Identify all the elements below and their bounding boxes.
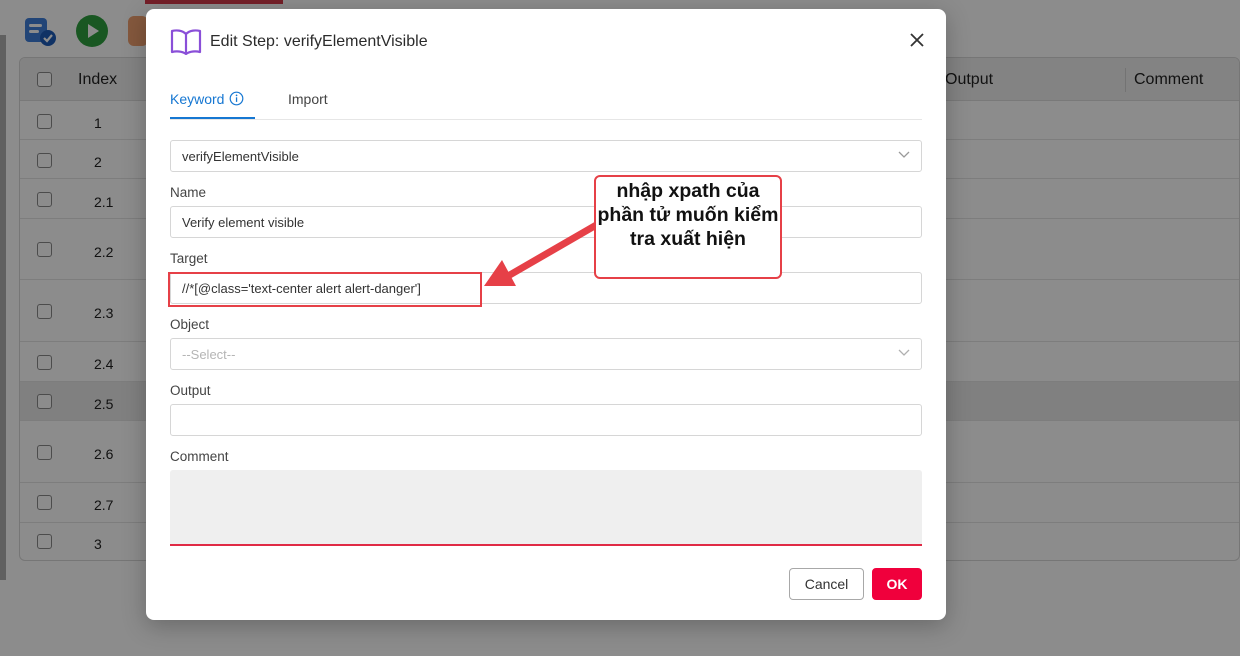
tab-import[interactable]: Import [288, 91, 328, 107]
comment-textarea[interactable] [170, 470, 922, 546]
keyword-select[interactable]: verifyElementVisible [170, 140, 922, 172]
object-label: Object [170, 317, 210, 332]
chevron-down-icon [898, 349, 910, 356]
cancel-button[interactable]: Cancel [789, 568, 864, 600]
keyword-select-value: verifyElementVisible [182, 149, 299, 164]
edit-step-dialog: Edit Step: verifyElementVisible Keyword … [146, 9, 946, 620]
output-input[interactable] [170, 404, 922, 436]
output-label: Output [170, 383, 211, 398]
name-label: Name [170, 185, 207, 200]
target-highlight-box [168, 272, 482, 307]
comment-label: Comment [170, 449, 229, 464]
info-icon[interactable] [229, 91, 244, 106]
annotation-callout: nhập xpath của phần tử muốn kiểm tra xuấ… [594, 175, 782, 279]
callout-text: nhập xpath của phần tử muốn kiểm tra xuấ… [597, 180, 779, 250]
annotation-arrow-icon [484, 220, 602, 286]
chevron-down-icon [898, 151, 910, 158]
name-input-value: Verify element visible [182, 215, 305, 230]
tab-bar: Keyword Import [170, 83, 922, 120]
target-label: Target [170, 251, 208, 266]
close-icon[interactable] [908, 31, 926, 49]
open-book-icon [170, 29, 202, 55]
tab-keyword[interactable]: Keyword [170, 91, 224, 107]
ok-button[interactable]: OK [872, 568, 922, 600]
object-select-placeholder: --Select-- [182, 347, 236, 362]
dialog-title: Edit Step: verifyElementVisible [210, 33, 428, 50]
object-select[interactable]: --Select-- [170, 338, 922, 370]
active-tab-underline [170, 117, 255, 119]
